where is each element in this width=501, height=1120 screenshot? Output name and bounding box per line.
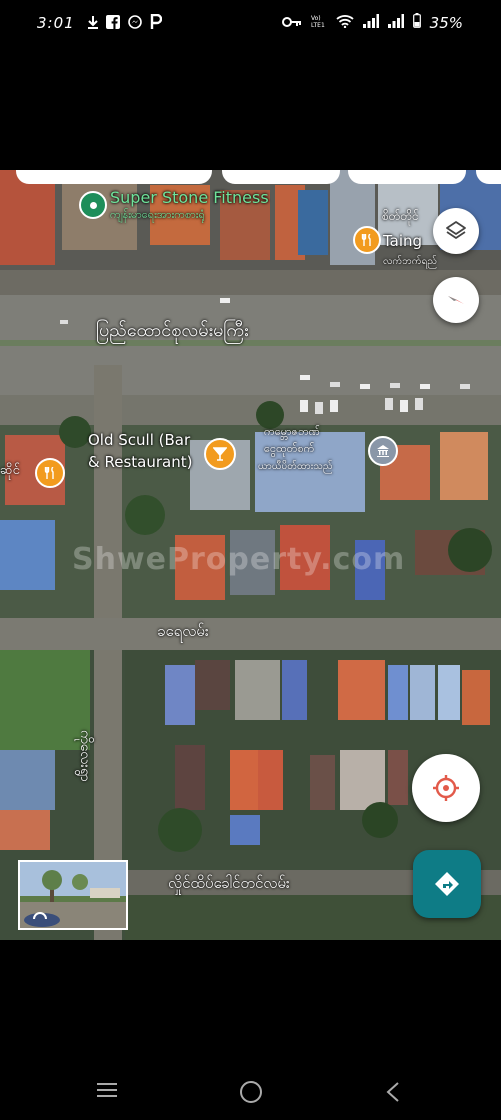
poi-bar-label-line2[interactable]: & Restaurant) bbox=[88, 453, 192, 471]
top-chip-mid[interactable] bbox=[222, 170, 340, 184]
top-chip-right[interactable] bbox=[348, 170, 466, 184]
bar-pin-icon[interactable] bbox=[204, 438, 236, 470]
fork-knife-icon bbox=[44, 467, 54, 479]
status-time: 3:01 bbox=[37, 14, 75, 32]
status-system-icons: Vo) LTE1 35% bbox=[281, 13, 463, 32]
poi-atm-label-line2[interactable]: ငွေထုတ်စက် bbox=[264, 442, 314, 458]
food-pin-left-icon[interactable] bbox=[35, 458, 65, 488]
poi-left-food-label: ဆိုင် bbox=[0, 463, 20, 478]
crosshair-icon bbox=[433, 775, 459, 801]
facebook-icon bbox=[106, 14, 120, 33]
road-label-vertical: ကိုလေးရွာ bbox=[77, 730, 93, 782]
battery-icon bbox=[412, 13, 421, 32]
fitness-pin-icon[interactable] bbox=[79, 191, 107, 219]
home-icon[interactable] bbox=[239, 1080, 263, 1108]
svg-text:Vo): Vo) bbox=[311, 15, 321, 22]
my-location-button[interactable] bbox=[412, 754, 480, 822]
back-icon[interactable] bbox=[385, 1081, 401, 1107]
poi-atm-label-line1[interactable]: ကမ္ဘောဇဘဏ် bbox=[264, 425, 320, 441]
pin-dot-icon bbox=[89, 201, 97, 209]
atm-pin-icon[interactable] bbox=[368, 436, 398, 466]
watermark-logo: ShweProperty.com bbox=[72, 542, 406, 577]
android-nav-bar bbox=[0, 1060, 501, 1120]
layers-icon bbox=[446, 221, 466, 239]
directions-button[interactable] bbox=[413, 850, 481, 918]
poi-taing-label[interactable]: Taing bbox=[383, 232, 422, 250]
wifi-icon bbox=[336, 13, 354, 32]
top-chip-left[interactable] bbox=[16, 170, 212, 184]
battery-percent: 35% bbox=[429, 13, 463, 32]
layers-button[interactable] bbox=[433, 208, 479, 254]
cocktail-icon bbox=[213, 447, 227, 461]
poi-taing-top-label: စိတ်တိုင် bbox=[382, 209, 419, 223]
fork-knife-icon bbox=[361, 234, 371, 246]
signal-icon bbox=[387, 13, 404, 32]
volte-icon: Vo) LTE1 bbox=[311, 13, 327, 32]
directions-icon bbox=[435, 872, 459, 896]
status-bar: 3:01 Vo) LTE1 35% bbox=[0, 0, 501, 50]
bank-icon bbox=[377, 445, 389, 457]
messenger-icon bbox=[128, 14, 142, 33]
map-view[interactable]: Super Stone Fitness ကျန်းမာရေးအားကစားရုံ… bbox=[0, 170, 501, 940]
recent-apps-icon[interactable] bbox=[95, 1081, 119, 1103]
signal-icon bbox=[362, 13, 379, 32]
poi-fitness-sublabel: ကျန်းမာရေးအားကစားရုံ bbox=[110, 208, 205, 221]
road-label-bottom: လှိုင်ထိပ်ခေါင်တင်လမ်း bbox=[168, 874, 290, 892]
svg-text:LTE1: LTE1 bbox=[311, 22, 325, 28]
poi-fitness-label[interactable]: Super Stone Fitness bbox=[110, 188, 269, 207]
street-view-thumbnail[interactable] bbox=[18, 860, 128, 930]
food-pin-icon[interactable] bbox=[353, 226, 381, 254]
compass-button[interactable] bbox=[433, 277, 479, 323]
key-icon bbox=[281, 13, 302, 32]
p-app-icon bbox=[150, 13, 163, 33]
download-icon bbox=[88, 14, 98, 33]
poi-bar-label-line1[interactable]: Old Scull (Bar bbox=[88, 431, 190, 449]
road-label-middle: ခရေလမ်း bbox=[157, 622, 209, 640]
poi-taing-sublabel: လက်ဘက်ရည် bbox=[383, 256, 437, 267]
poi-atm-label-line3: ယာယီပိတ်ထားသည် bbox=[258, 461, 333, 472]
road-label-main: ပြည်ထောင်စုလမ်းမကြီး bbox=[96, 320, 249, 341]
status-notification-icons bbox=[88, 13, 163, 33]
compass-icon bbox=[448, 296, 464, 304]
street-view-image bbox=[20, 862, 126, 928]
